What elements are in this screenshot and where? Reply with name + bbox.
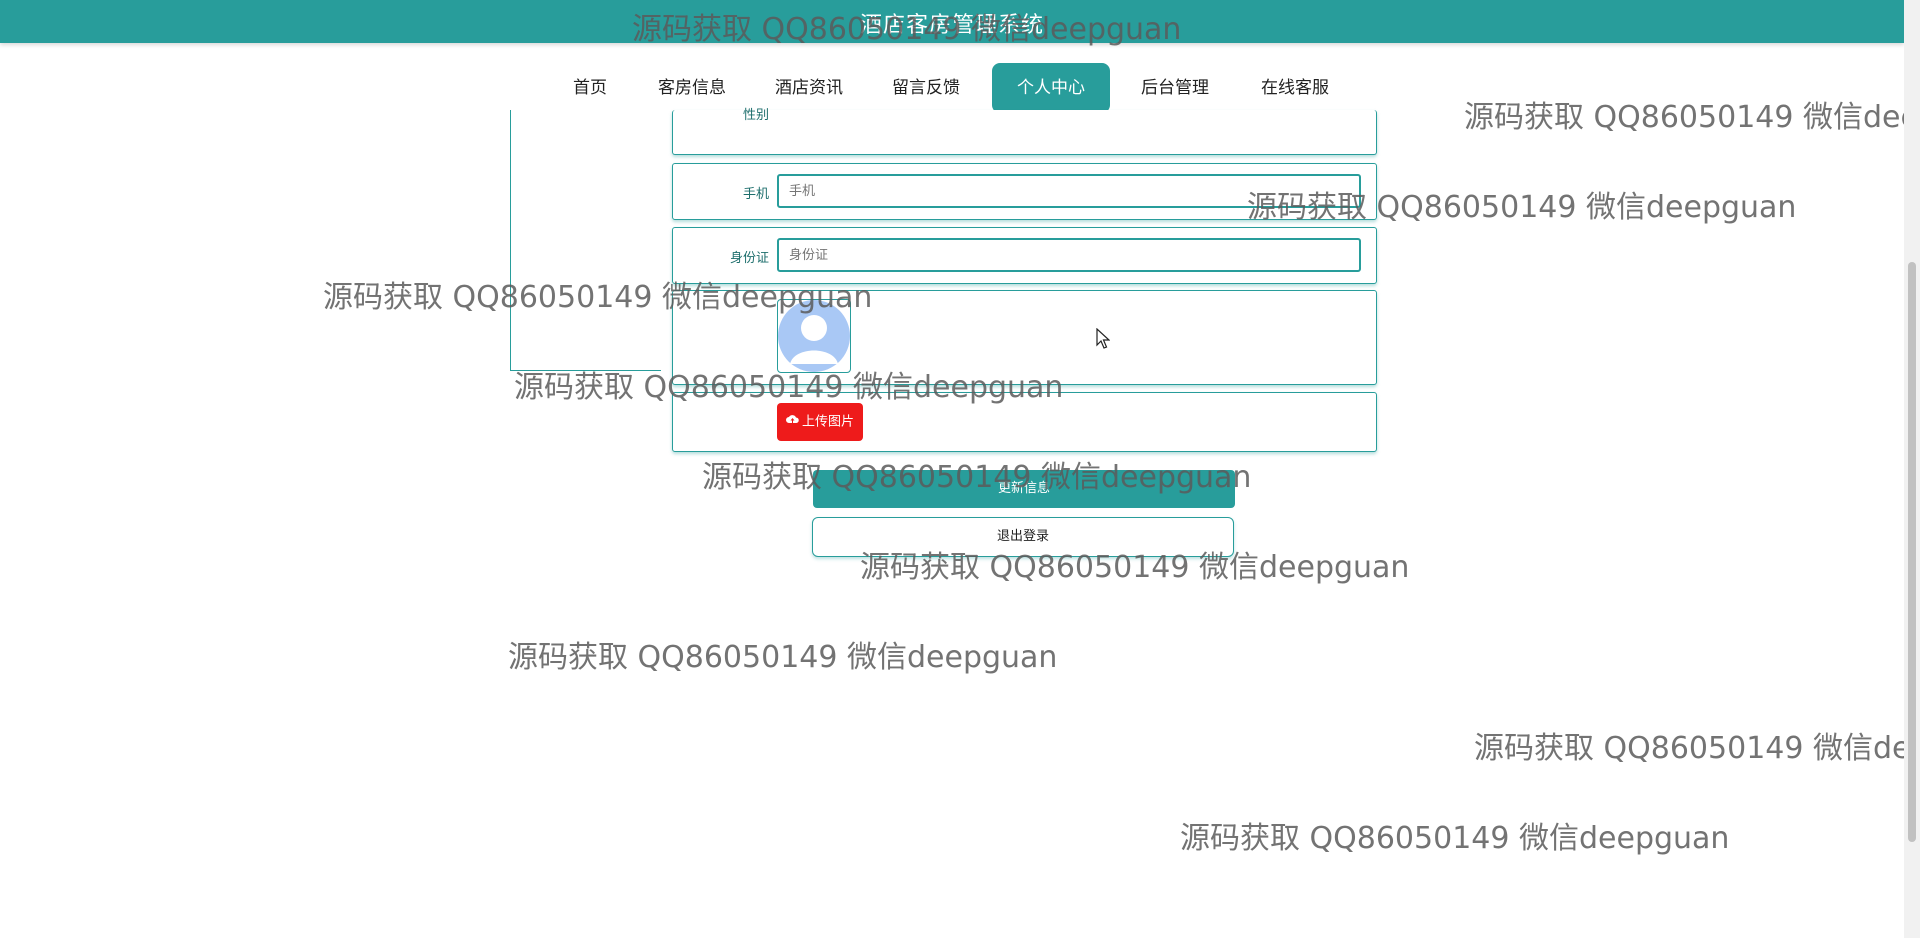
watermark-text: 源码获取 QQ86050149 微信deepguan: [508, 640, 1058, 675]
nav-item-feedback[interactable]: 留言反馈: [884, 63, 968, 113]
site-title: 酒店客房管理系统: [859, 13, 1044, 38]
nav-item-admin[interactable]: 后台管理: [1133, 63, 1217, 113]
main-nav: 首页 客房信息 酒店资讯 留言反馈 个人中心 后台管理 在线客服: [0, 63, 1904, 113]
upload-image-button[interactable]: 上传图片: [777, 403, 863, 441]
side-menu-panel: [510, 110, 661, 371]
id-card-input[interactable]: [777, 238, 1361, 272]
page-scrollbar[interactable]: [1904, 0, 1920, 938]
scrollbar-thumb[interactable]: [1908, 262, 1916, 842]
top-header-bar: 酒店客房管理系统: [0, 0, 1904, 43]
form-row-upload: 上传图片: [672, 392, 1377, 452]
form-row-gender: 性别: [672, 108, 1377, 155]
gender-label: 性别: [742, 108, 769, 123]
watermark-text: 源码获取 QQ86050149 微信dee: [1474, 731, 1904, 766]
logout-button[interactable]: 退出登录: [812, 517, 1234, 557]
upload-image-label: 上传图片: [801, 414, 854, 430]
nav-item-news[interactable]: 酒店资讯: [767, 63, 851, 113]
mouse-cursor-icon: [1096, 327, 1111, 353]
nav-item-personal-center[interactable]: 个人中心: [992, 63, 1110, 113]
nav-item-home[interactable]: 首页: [560, 63, 620, 113]
cloud-upload-icon: [785, 403, 799, 441]
form-row-avatar: [672, 290, 1377, 385]
update-info-button[interactable]: 更新信息: [813, 470, 1235, 508]
default-avatar-icon[interactable]: [777, 299, 851, 373]
phone-label: 手机: [742, 187, 769, 202]
nav-item-online-service[interactable]: 在线客服: [1253, 63, 1337, 113]
form-row-phone: 手机: [672, 163, 1377, 220]
watermark-text: 源码获取 QQ86050149 微信deepguan: [1180, 821, 1730, 856]
form-row-id-card: 身份证: [672, 227, 1377, 284]
phone-input[interactable]: [777, 174, 1361, 208]
id-card-label: 身份证: [729, 251, 769, 266]
